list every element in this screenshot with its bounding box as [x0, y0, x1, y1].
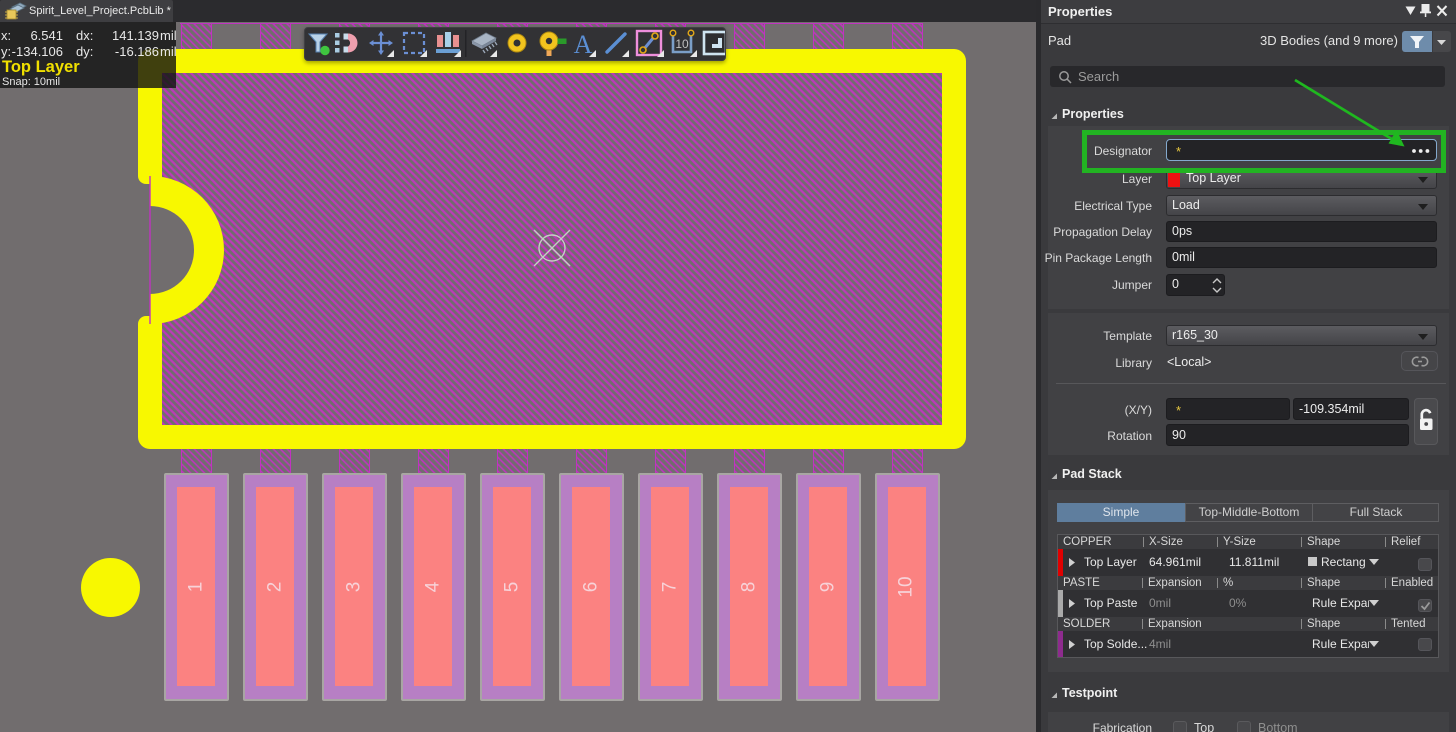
- svg-text:A: A: [574, 30, 593, 59]
- svg-text:10: 10: [675, 37, 689, 51]
